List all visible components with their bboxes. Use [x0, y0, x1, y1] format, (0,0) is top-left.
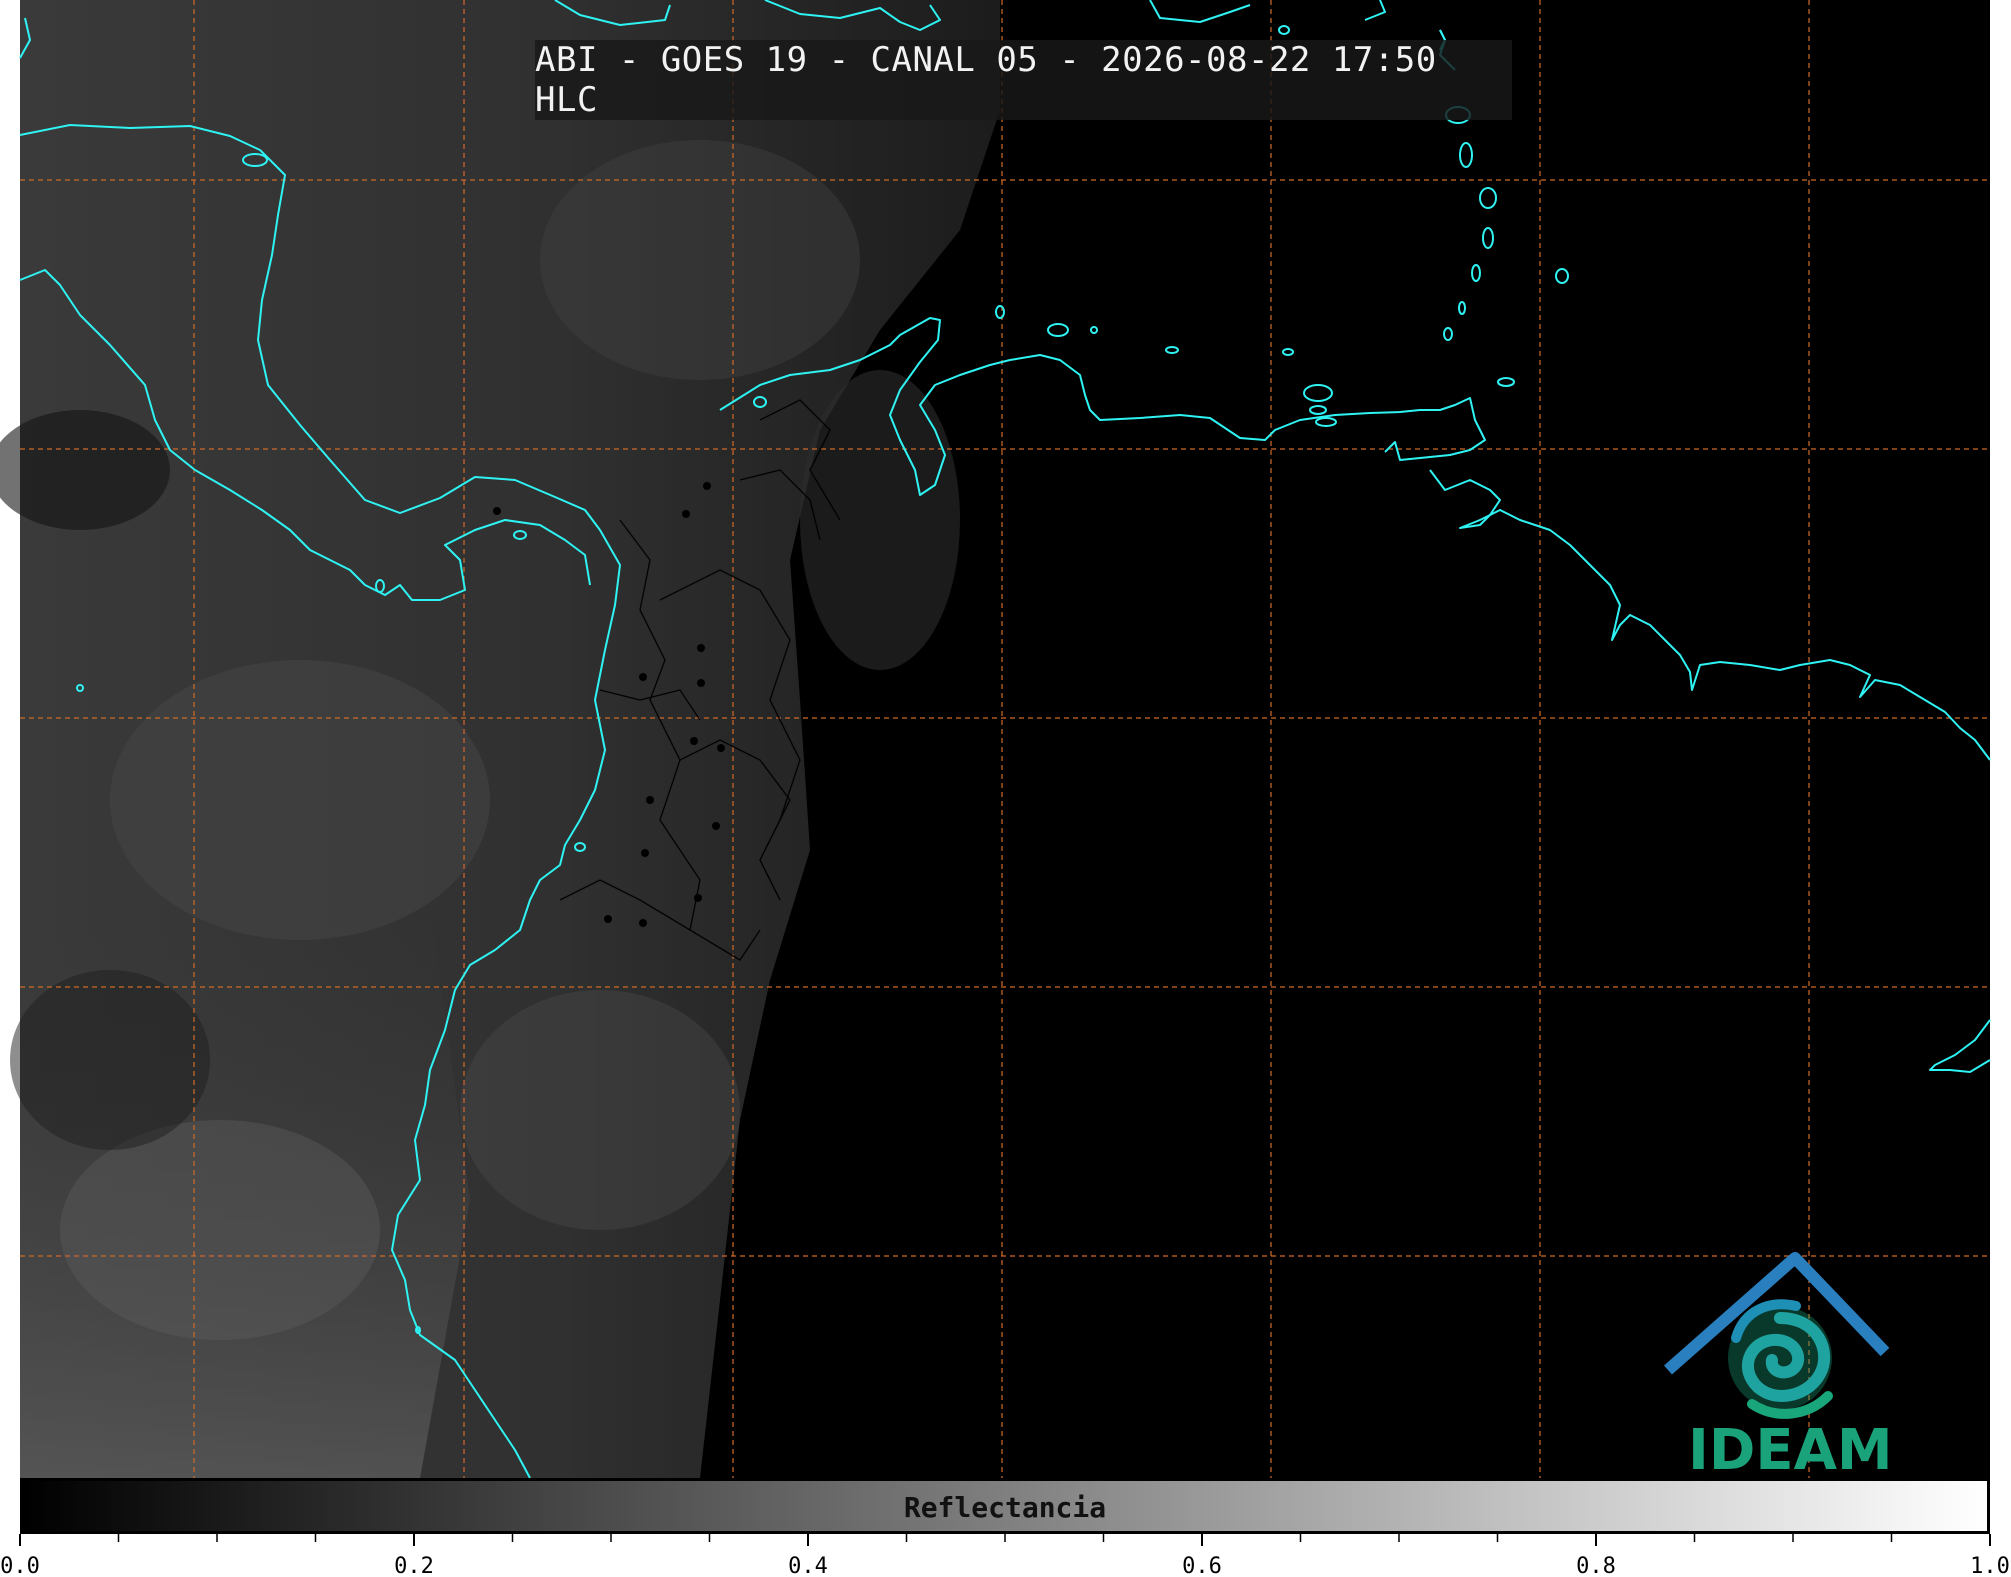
colorbar-tick-label: 1.0: [1970, 1554, 2010, 1577]
colorbar-ticks: 0.0 0.2 0.4 0.6 0.8 1.0: [0, 1534, 2010, 1577]
colorbar: Reflectancia: [20, 1478, 1990, 1534]
colorbar-tick-label: 0.2: [394, 1554, 434, 1577]
cloud-patch: [60, 1120, 380, 1340]
colorbar-tick-label: 0.0: [0, 1554, 40, 1577]
colorbar-tick-label: 0.6: [1182, 1554, 1222, 1577]
cloud-patch: [800, 370, 960, 670]
cloud-patch: [540, 140, 860, 380]
dark-patch: [10, 970, 210, 1150]
cloud-patch: [460, 990, 740, 1230]
logo-text: IDEAM: [1688, 1418, 1893, 1483]
cloud-patch: [110, 660, 490, 940]
colorbar-tick-label: 0.4: [788, 1554, 828, 1577]
colorbar-tick-label: 0.8: [1576, 1554, 1616, 1577]
satellite-map: 0.0 0.2 0.4 0.6 0.8 1.0: [0, 0, 2010, 1577]
map-title: ABI - GOES 19 - CANAL 05 - 2026-08-22 17…: [535, 40, 1512, 120]
colorbar-label: Reflectancia: [903, 1491, 1107, 1524]
